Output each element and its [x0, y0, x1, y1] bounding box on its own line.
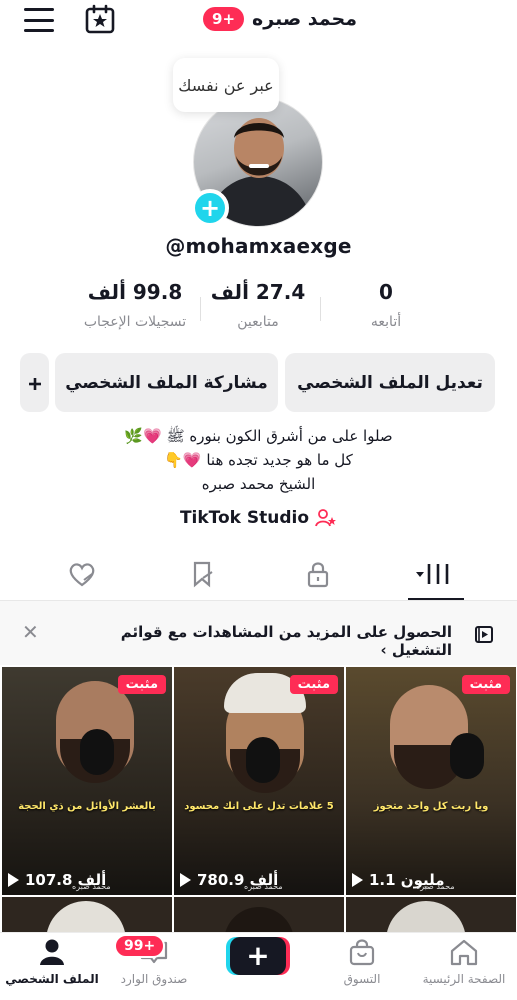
- profile-display-name: محمد صبره: [252, 8, 357, 30]
- video-thumbnail[interactable]: مثبت ويا ربت كل واحد متجوز 1.1 مليون محم…: [346, 667, 516, 895]
- video-watermark: محمد صبره: [244, 882, 283, 891]
- bio-line: كل ما هو جديد تجده هنا 💗👇: [164, 451, 353, 469]
- nav-shop[interactable]: التسوق: [312, 938, 412, 996]
- grid-icon: [416, 564, 449, 584]
- tiktok-studio-link[interactable]: TikTok Studio: [0, 508, 517, 528]
- play-icon: [352, 873, 363, 887]
- add-story-button[interactable]: +: [191, 189, 229, 227]
- pinned-badge: مثبت: [117, 675, 166, 694]
- stat-following[interactable]: 0 أتابعه: [316, 280, 456, 330]
- tab-liked[interactable]: [52, 556, 112, 592]
- nav-label: صندوق الوارد: [120, 972, 188, 986]
- nav-profile[interactable]: الملف الشخصي: [2, 938, 102, 996]
- stat-value: 27.4 ألف: [210, 280, 306, 304]
- username: @mohamxaexge: [165, 234, 352, 258]
- studio-user-star-icon: [315, 509, 337, 527]
- nav-home[interactable]: الصفحة الرئيسية: [414, 938, 514, 996]
- profile-header[interactable]: 9+ محمد صبره: [200, 4, 360, 34]
- stat-label: تسجيلات الإعجاب: [83, 314, 187, 330]
- notification-badge: 9+: [203, 7, 245, 31]
- video-thumbnail[interactable]: [174, 897, 344, 937]
- stat-label: متابعين: [237, 314, 279, 330]
- pinned-badge: مثبت: [289, 675, 338, 694]
- add-user-icon: [28, 377, 41, 390]
- playlist-icon: [475, 626, 493, 643]
- video-caption: 5 علامات تدل على انك محسود: [184, 801, 334, 812]
- stat-label: أتابعه: [370, 314, 402, 330]
- home-icon: [450, 939, 478, 966]
- profile-bio: صلوا على من أشرق الكون بنوره ﷺ 💗🌿 كل ما …: [0, 424, 517, 496]
- bio-prompt-bubble[interactable]: عبر عن نفسك: [173, 58, 279, 112]
- video-thumbnail[interactable]: مثبت بالعشر الأوائل من ذي الحجة 107.8 أل…: [2, 667, 172, 895]
- play-icon: [180, 873, 191, 887]
- lock-icon: [307, 562, 329, 588]
- close-icon[interactable]: ✕: [22, 620, 42, 644]
- video-caption: بالعشر الأوائل من ذي الحجة: [18, 801, 156, 812]
- video-thumbnail[interactable]: مثبت 5 علامات تدل على انك محسود 780.9 أل…: [174, 667, 344, 895]
- video-thumbnail[interactable]: [2, 897, 172, 937]
- video-thumbnail[interactable]: [346, 897, 516, 937]
- tab-favorites[interactable]: [172, 556, 232, 592]
- add-friends-button[interactable]: [20, 353, 49, 412]
- edit-profile-button[interactable]: تعديل الملف الشخصي: [285, 353, 495, 412]
- bookmark-hidden-icon: [193, 561, 213, 588]
- pinned-badge: مثبت: [461, 675, 510, 694]
- play-icon: [8, 873, 19, 887]
- calendar-star-icon[interactable]: [84, 4, 116, 34]
- nav-label: التسوق: [343, 972, 381, 986]
- inbox-badge: 99+: [114, 934, 166, 958]
- bio-line: صلوا على من أشرق الكون بنوره ﷺ 💗🌿: [124, 427, 393, 445]
- playlist-banner-text[interactable]: الحصول على المزيد من المشاهدات مع قوائم …: [112, 623, 452, 659]
- stat-value: 0: [379, 280, 393, 304]
- create-button[interactable]: +: [230, 937, 286, 975]
- video-caption: ويا ربت كل واحد متجوز: [373, 801, 489, 812]
- menu-icon[interactable]: [24, 8, 54, 32]
- heart-hidden-icon: [69, 563, 95, 587]
- tab-videos[interactable]: [404, 556, 464, 592]
- stat-value: 99.8 ألف: [87, 280, 183, 304]
- shopping-bag-icon: [349, 939, 375, 966]
- tab-private[interactable]: [288, 556, 348, 592]
- nav-label: الملف الشخصي: [5, 972, 99, 986]
- stat-followers[interactable]: 27.4 ألف متابعين: [188, 280, 328, 330]
- video-watermark: محمد صبره: [416, 882, 455, 891]
- video-watermark: محمد صبره: [72, 882, 111, 891]
- stat-likes[interactable]: 99.8 ألف تسجيلات الإعجاب: [65, 280, 205, 330]
- bio-line: الشيخ محمد صبره: [201, 475, 316, 493]
- share-profile-button[interactable]: مشاركة الملف الشخصي: [55, 353, 278, 412]
- nav-label: الصفحة الرئيسية: [422, 972, 506, 986]
- profile-icon: [40, 939, 64, 965]
- studio-label: TikTok Studio: [179, 508, 310, 528]
